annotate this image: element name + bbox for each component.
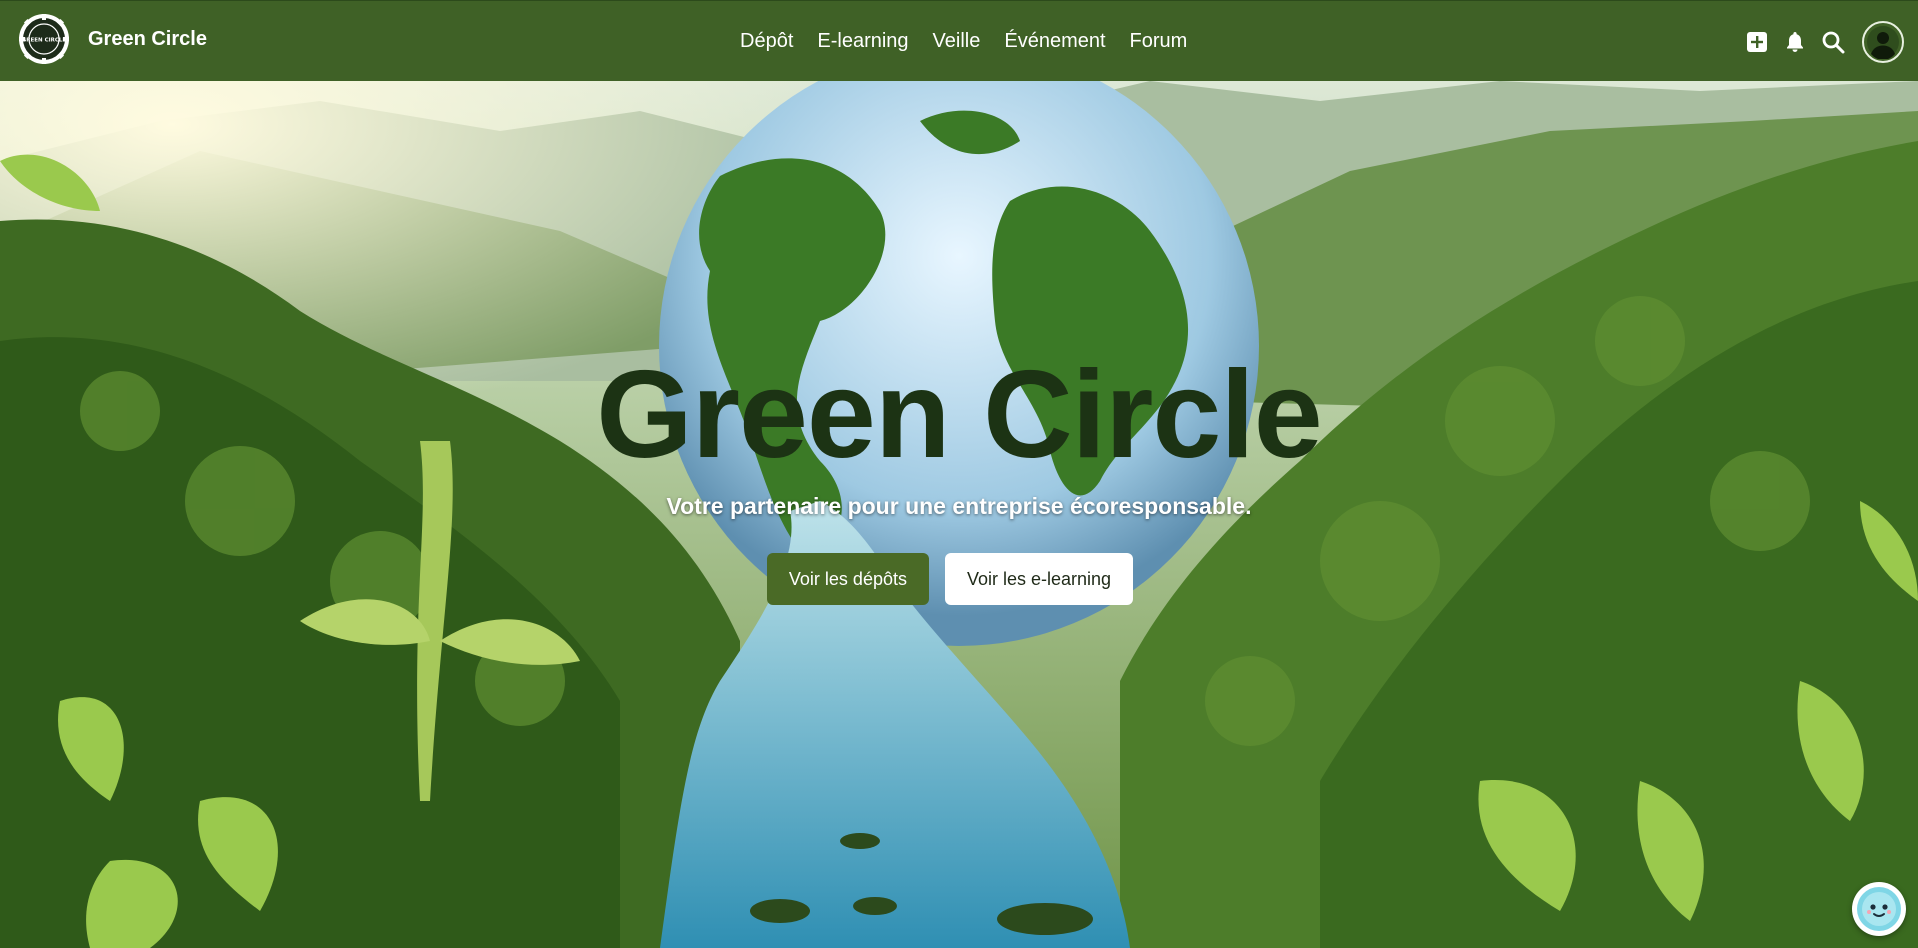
brand-home-link[interactable]: GREEN CIRCLE Green Circle [18, 13, 207, 65]
notifications-button[interactable] [1782, 29, 1808, 55]
hero-section: Green Circle Votre partenaire pour une e… [0, 81, 1918, 948]
nav-link-evenement[interactable]: Événement [1004, 30, 1105, 53]
user-avatar-button[interactable] [1862, 21, 1904, 63]
nav-link-forum[interactable]: Forum [1130, 30, 1188, 53]
logo-text: GREEN CIRCLE [22, 38, 67, 44]
nav-actions [1744, 21, 1904, 63]
chatbot-mascot-icon [1857, 887, 1901, 931]
add-button[interactable] [1744, 29, 1770, 55]
chatbot-button[interactable] [1852, 882, 1906, 936]
user-avatar-icon [1867, 26, 1899, 59]
hero-subtitle: Votre partenaire pour une entreprise éco… [666, 493, 1252, 519]
top-navbar: GREEN CIRCLE Green Circle Dépôt E-learni… [0, 0, 1918, 81]
brand-name: Green Circle [88, 27, 207, 50]
main-nav: Dépôt E-learning Veille Événement Forum [740, 1, 1187, 82]
hero-title: Green Circle [596, 346, 1322, 484]
nav-link-elearning[interactable]: E-learning [817, 30, 908, 53]
bell-icon [1787, 32, 1803, 52]
search-button[interactable] [1820, 29, 1846, 55]
view-elearning-button[interactable]: Voir les e-learning [944, 553, 1134, 605]
nav-link-depot[interactable]: Dépôt [740, 30, 793, 53]
view-depots-button[interactable]: Voir les dépôts [766, 553, 929, 605]
nav-link-veille[interactable]: Veille [933, 30, 981, 53]
plus-square-icon [1747, 32, 1767, 52]
hero-cta-group: Voir les dépôts Voir les e-learning [0, 553, 1918, 605]
green-circle-logo-icon: GREEN CIRCLE [19, 14, 69, 64]
search-icon [1822, 31, 1845, 54]
